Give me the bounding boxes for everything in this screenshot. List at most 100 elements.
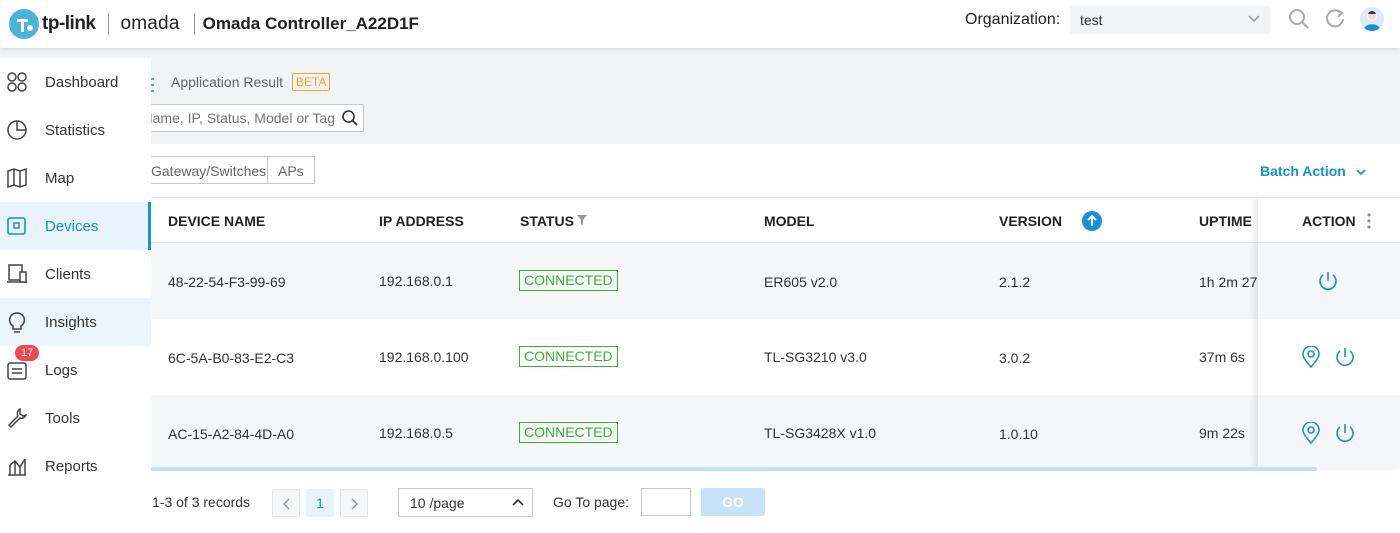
chevron-down-icon: [1356, 169, 1366, 176]
reboot-icon[interactable]: [1317, 270, 1339, 292]
devices-icon: [7, 217, 26, 235]
goto-page-input[interactable]: [641, 488, 691, 516]
sidebar-item-label: Dashboard: [45, 73, 119, 91]
controller-title: Omada Controller_A22D1F: [202, 14, 419, 33]
prev-page-button[interactable]: [272, 489, 300, 517]
tp-link-logo-icon: [9, 9, 39, 39]
wrench-icon: [7, 407, 28, 429]
sidebar-item-clients[interactable]: Clients: [0, 250, 151, 298]
tp-link-logo[interactable]: tp-link omada Omada Controller_A22D1F: [8, 7, 419, 41]
version-cell: 2.1.2: [999, 274, 1031, 290]
column-ip-address[interactable]: IP ADDRESS: [379, 213, 464, 229]
model-cell: TL-SG3428X v1.0: [764, 425, 877, 441]
sidebar-item-reports[interactable]: Reports: [0, 442, 151, 490]
tab-aps[interactable]: APs: [268, 156, 315, 184]
organization-label: Organization:: [965, 11, 1061, 28]
sort-ascending-icon[interactable]: [1082, 211, 1102, 231]
batch-action-label: Batch Action: [1260, 163, 1346, 179]
device-name-cell[interactable]: AC-15-A2-84-4D-A0: [168, 426, 294, 442]
action-column: [1258, 197, 1400, 469]
next-page-button[interactable]: [340, 489, 368, 517]
reboot-icon[interactable]: [1334, 346, 1356, 368]
chevron-up-icon: [512, 498, 524, 506]
status-badge: CONNECTED: [519, 346, 618, 367]
chevron-right-icon: [351, 498, 359, 510]
search-icon[interactable]: [1288, 8, 1310, 30]
device-name-cell[interactable]: 6C-5A-B0-83-E2-C3: [168, 350, 294, 366]
sidebar-item-label: Logs: [45, 361, 78, 379]
uptime-cell: 1h 2m 27s: [1199, 274, 1257, 290]
brand-tp-link: tp-link: [42, 13, 96, 34]
page-number-button[interactable]: 1: [306, 489, 334, 517]
uptime-cell: 9m 22s: [1199, 425, 1245, 441]
logs-icon: [7, 362, 27, 380]
sidebar-item-insights[interactable]: Insights: [0, 298, 151, 346]
sidebar-item-label: Map: [45, 169, 75, 187]
chevron-down-icon: [1248, 15, 1260, 23]
organization-select[interactable]: test: [1070, 6, 1270, 34]
sidebar-item-statistics[interactable]: Statistics: [0, 106, 151, 154]
goto-page-label: Go To page:: [553, 494, 630, 510]
logs-count-badge: 17: [15, 345, 40, 361]
refresh-icon[interactable]: [1324, 8, 1346, 30]
version-cell: 3.0.2: [999, 350, 1031, 366]
user-avatar[interactable]: [1360, 7, 1384, 31]
records-count: 1-3 of 3 records: [152, 494, 251, 510]
status-badge: CONNECTED: [519, 422, 618, 443]
sidebar: Dashboard Statistics Map Devices Clients…: [0, 58, 151, 533]
column-status[interactable]: STATUS: [520, 213, 574, 229]
table-row[interactable]: 6C-5A-B0-83-E2-C3 192.168.0.100 CONNECTE…: [151, 319, 1400, 395]
sidebar-item-dashboard[interactable]: Dashboard: [0, 58, 151, 106]
user-icon: [1363, 11, 1381, 31]
column-uptime[interactable]: UPTIME: [1199, 213, 1252, 229]
sidebar-item-tools[interactable]: Tools: [0, 394, 151, 442]
sidebar-item-label: Reports: [45, 457, 98, 475]
application-result-link[interactable]: Application Result: [171, 74, 283, 90]
column-version[interactable]: VERSION: [999, 213, 1062, 229]
search-input[interactable]: [145, 107, 335, 129]
table-row[interactable]: 48-22-54-F3-99-69 192.168.0.1 CONNECTED …: [151, 243, 1400, 319]
organization-value: test: [1080, 12, 1103, 28]
device-search[interactable]: [140, 104, 364, 132]
map-icon: [7, 167, 27, 189]
reboot-icon[interactable]: [1334, 422, 1356, 444]
page-size-select[interactable]: 10 /page: [398, 488, 533, 517]
device-type-tabs: Gateway/Switches APs: [140, 156, 315, 184]
locate-icon[interactable]: [1300, 422, 1322, 444]
sidebar-item-logs[interactable]: 17 Logs: [0, 345, 151, 394]
sidebar-item-map[interactable]: Map: [0, 154, 151, 202]
model-cell: TL-SG3210 v3.0: [764, 349, 867, 365]
go-button[interactable]: GO: [701, 488, 765, 516]
sidebar-item-label: Statistics: [45, 121, 106, 139]
lightbulb-icon: [8, 312, 26, 333]
sidebar-item-label: Insights: [45, 313, 97, 331]
filter-icon[interactable]: [576, 214, 588, 226]
tab-gateway-switches[interactable]: Gateway/Switches: [140, 156, 268, 184]
table-row[interactable]: AC-15-A2-84-4D-A0 192.168.0.5 CONNECTED …: [151, 395, 1400, 469]
status-badge: CONNECTED: [519, 270, 618, 291]
version-cell: 1.0.10: [999, 426, 1038, 442]
search-icon[interactable]: [341, 109, 359, 127]
reports-icon: [8, 458, 26, 476]
ip-cell: 192.168.0.100: [379, 349, 469, 365]
brand-omada: omada: [120, 13, 180, 34]
title-divider: [193, 13, 195, 35]
dashboard-icon: [7, 72, 27, 92]
horizontal-scrollbar[interactable]: [151, 467, 1317, 471]
clients-icon: [7, 264, 27, 283]
batch-action-button[interactable]: Batch Action: [1260, 163, 1366, 179]
page-size-value: 10 /page: [410, 495, 465, 511]
sidebar-item-label: Devices: [45, 217, 99, 235]
top-header: tp-link omada Omada Controller_A22D1F Or…: [0, 0, 1400, 48]
pie-chart-icon: [7, 120, 27, 140]
device-name-cell[interactable]: 48-22-54-F3-99-69: [168, 274, 286, 290]
locate-icon[interactable]: [1300, 346, 1322, 368]
sidebar-item-devices[interactable]: Devices: [0, 202, 151, 250]
chevron-left-icon: [282, 498, 290, 510]
table-header: DEVICE NAME IP ADDRESS STATUS MODEL VERS…: [151, 197, 1400, 243]
ip-cell: 192.168.0.1: [379, 273, 453, 289]
column-device-name[interactable]: DEVICE NAME: [168, 213, 265, 229]
sidebar-item-label: Tools: [45, 409, 81, 427]
column-model[interactable]: MODEL: [764, 213, 815, 229]
ip-cell: 192.168.0.5: [379, 425, 453, 441]
